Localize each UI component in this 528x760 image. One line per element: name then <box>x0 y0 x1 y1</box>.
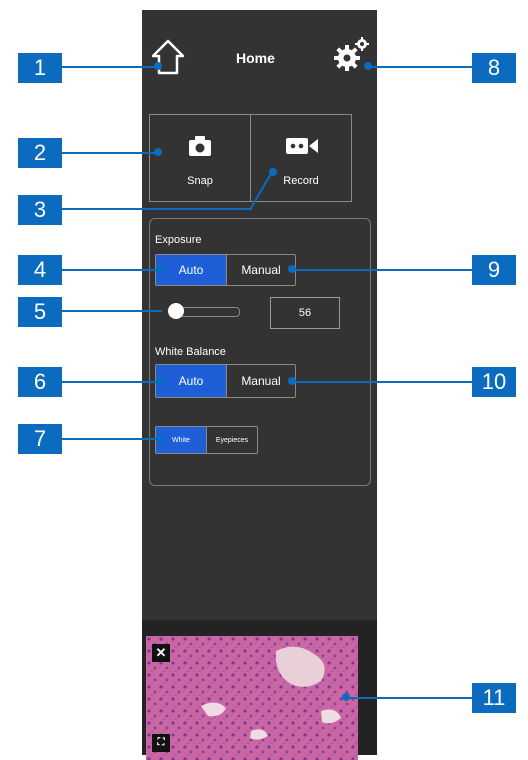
callout-10-dot <box>288 377 296 385</box>
callout-3-leader <box>62 208 252 210</box>
callout-2-leader <box>62 152 157 154</box>
callout-3-dot <box>269 168 277 176</box>
expand-icon[interactable]: ⛶ <box>152 734 170 752</box>
callout-4-leader <box>62 269 158 271</box>
callout-11-dot <box>342 693 350 701</box>
page-title: Home <box>236 50 275 66</box>
callout-4: 4 <box>18 255 62 285</box>
callout-8-leader <box>368 66 472 68</box>
callout-11-leader <box>346 697 472 699</box>
callout-6: 6 <box>18 367 62 397</box>
white-balance-auto-button[interactable]: Auto <box>156 365 226 397</box>
callout-1: 1 <box>18 53 62 83</box>
callout-6-dot <box>156 377 164 385</box>
white-balance-mode-toggle: Auto Manual <box>155 364 296 398</box>
callout-10-leader <box>292 381 472 383</box>
callout-6-leader <box>62 381 158 383</box>
callout-9-dot <box>288 265 296 273</box>
snap-button[interactable]: Snap <box>149 114 251 202</box>
live-preview-thumbnail[interactable]: ✕ ⛶ <box>146 636 358 760</box>
callout-1-leader <box>62 66 160 68</box>
video-camera-icon <box>286 138 318 154</box>
callout-5-leader <box>62 310 162 312</box>
callout-1-dot <box>154 62 162 70</box>
snap-label: Snap <box>187 175 213 187</box>
white-balance-label: White Balance <box>155 346 226 358</box>
exposure-auto-button[interactable]: Auto <box>156 255 226 285</box>
eyepieces-preset-button[interactable]: Eyepieces <box>206 427 257 453</box>
exposure-mode-toggle: Auto Manual <box>155 254 296 286</box>
callout-3: 3 <box>18 195 62 225</box>
callout-9: 9 <box>472 255 516 285</box>
callout-7: 7 <box>18 424 62 454</box>
white-balance-preset-toggle: White Eyepieces <box>155 426 258 454</box>
exposure-label: Exposure <box>155 234 202 246</box>
callout-8: 8 <box>472 53 516 83</box>
callout-5: 5 <box>18 297 62 327</box>
callout-2: 2 <box>18 138 62 168</box>
callout-7-leader <box>62 438 158 440</box>
callout-9-leader <box>292 269 472 271</box>
callout-2-dot <box>154 148 162 156</box>
white-balance-manual-button[interactable]: Manual <box>226 365 295 397</box>
tissue-image <box>146 636 358 760</box>
callout-4-dot <box>156 265 164 273</box>
callout-8-dot <box>364 62 372 70</box>
callout-7-dot <box>156 434 164 442</box>
callout-10: 10 <box>472 367 516 397</box>
white-preset-button[interactable]: White <box>156 427 206 453</box>
exposure-value-field[interactable]: 56 <box>270 297 340 329</box>
exposure-manual-button[interactable]: Manual <box>226 255 295 285</box>
camera-icon <box>189 136 211 156</box>
exposure-slider-thumb[interactable] <box>168 303 184 319</box>
callout-11: 11 <box>472 683 516 713</box>
close-icon[interactable]: ✕ <box>152 644 170 662</box>
home-icon[interactable] <box>150 38 186 76</box>
